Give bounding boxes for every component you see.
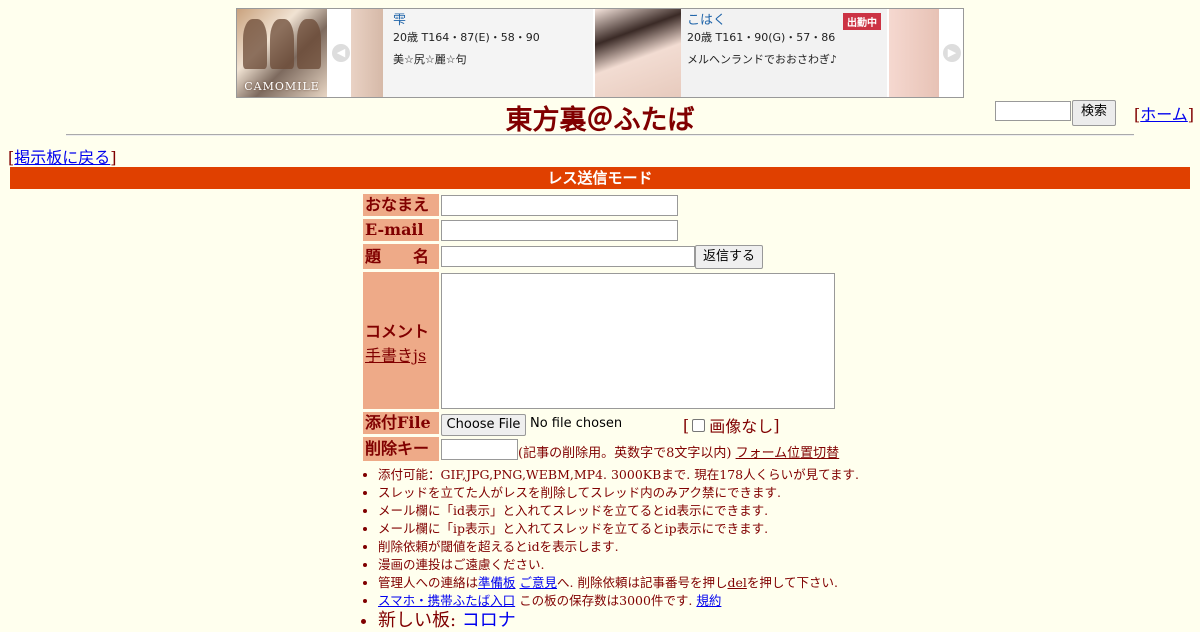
search-button[interactable]: 検索 <box>1072 100 1116 126</box>
bracket: ] <box>110 148 117 167</box>
list-item: メール欄に「ip表示」と入れてスレッドを立てるとip表示にできます. <box>378 520 859 538</box>
list-item: メール欄に「id表示」と入れてスレッドを立てるとid表示にできます. <box>378 502 859 520</box>
back-nav: [掲示板に戻る] <box>8 144 117 168</box>
delete-key-hint-row: (記事の削除用。英数字で8文字以内) フォーム位置切替 <box>518 442 839 461</box>
new-board-link[interactable]: コロナ <box>462 610 516 631</box>
banner-logo[interactable]: CAMOMILE <box>237 9 327 97</box>
chevron-right-icon[interactable]: ▶ <box>943 44 961 62</box>
list-item: 添付可能：GIF,JPG,PNG,WEBM,MP4. 3000KBまで. 現在1… <box>378 466 859 484</box>
chevron-left-icon[interactable]: ◀ <box>332 44 350 62</box>
file-label: 添付File <box>363 412 439 434</box>
list-item: 新しい板: コロナ <box>378 610 859 632</box>
delete-key-label: 削除キー <box>363 437 439 461</box>
delete-key-field[interactable] <box>441 439 518 460</box>
note-text: 管理人への連絡は <box>378 575 479 590</box>
banner-card-name[interactable]: こはく <box>687 13 837 29</box>
comment-textarea[interactable] <box>441 273 835 409</box>
banner-logo-text: CAMOMILE <box>244 80 320 93</box>
new-board-label: 新しい板: <box>378 610 462 631</box>
del-label: del <box>727 575 747 590</box>
banner-logo-image <box>243 19 321 69</box>
list-item: 漫画の連投はご遠慮ください. <box>378 556 859 574</box>
mobile-entry-link[interactable]: スマホ・携帯ふたば入口 <box>378 593 515 608</box>
list-item: 削除依頼が閾値を超えるとidを表示します. <box>378 538 859 556</box>
subject-field[interactable] <box>441 246 695 267</box>
bracket: [ <box>683 415 690 435</box>
banner-card-stats: 20歳 T161・90(G)・57・86 <box>687 31 836 44</box>
note-text: を押して下さい. <box>746 575 838 590</box>
comment-label: コメント <box>365 322 430 341</box>
bracket: ] <box>1187 105 1195 124</box>
ad-banner[interactable]: CAMOMILE ◀ 雫 20歳 T164・87(E)・58・90 美☆尻☆麗☆… <box>236 8 964 98</box>
choose-file-button[interactable]: Choose File <box>441 414 526 436</box>
name-field[interactable] <box>441 195 678 216</box>
banner-card-3[interactable] <box>889 9 939 97</box>
bracket: ] <box>773 415 780 435</box>
file-status: No file chosen <box>530 416 623 431</box>
note-text: へ. 削除依頼は記事番号を押し <box>557 575 728 590</box>
no-image-label: 画像なし <box>709 417 774 436</box>
list-item: スレッドを立てた人がレスを削除してスレッド内のみアク禁にできます. <box>378 484 859 502</box>
status-badge: 出勤中 <box>843 13 881 30</box>
name-label: おなまえ <box>363 194 439 216</box>
comment-label-cell: コメント 手書きjs <box>363 272 439 409</box>
email-field[interactable] <box>441 220 678 241</box>
banner-card-name[interactable]: 雫 <box>393 13 540 29</box>
prep-board-link[interactable]: 準備板 <box>478 575 516 590</box>
subject-label: 題 名 <box>363 244 439 269</box>
banner-card-photo <box>595 9 681 97</box>
search-input[interactable] <box>995 101 1071 121</box>
email-label: E-mail <box>363 219 439 241</box>
notes-list: 添付可能：GIF,JPG,PNG,WEBM,MP4. 3000KBまで. 現在1… <box>360 466 859 632</box>
feedback-link[interactable]: ご意見 <box>520 575 558 590</box>
no-image-checkbox[interactable] <box>692 418 706 432</box>
banner-card-2[interactable]: こはく 20歳 T161・90(G)・57・86 メルヘンランドでおおさわぎ♪ … <box>595 9 887 97</box>
handwriting-link[interactable]: 手書きjs <box>365 346 426 365</box>
banner-card-stats: 20歳 T164・87(E)・58・90 <box>393 31 540 44</box>
banner-card-catch: 美☆尻☆麗☆句 <box>393 53 467 66</box>
banner-card-catch: メルヘンランドでおおさわぎ♪ <box>687 53 838 66</box>
form-position-toggle-link[interactable]: フォーム位置切替 <box>736 446 840 461</box>
delete-key-hint: (記事の削除用。英数字で8文字以内) <box>518 446 732 461</box>
back-to-board-link[interactable]: 掲示板に戻る <box>14 148 110 167</box>
list-item: 管理人への連絡は準備板 ご意見へ. 削除依頼は記事番号を押しdelを押して下さい… <box>378 574 859 592</box>
submit-button[interactable]: 返信する <box>695 245 763 269</box>
rules-link[interactable]: 規約 <box>696 593 721 608</box>
reply-mode-bar: レス送信モード <box>10 167 1190 189</box>
no-image-option: [ 画像なし ] <box>683 413 780 437</box>
banner-card-photo <box>351 9 383 97</box>
home-link[interactable]: ホーム <box>1140 105 1188 124</box>
note-text: この板の保存数は3000件です. <box>515 593 697 608</box>
list-item: スマホ・携帯ふたば入口 この板の保存数は3000件です. 規約 <box>378 592 859 610</box>
divider <box>66 134 1134 136</box>
banner-card-1[interactable]: 雫 20歳 T164・87(E)・58・90 美☆尻☆麗☆句 <box>351 9 593 97</box>
home-nav: [ホーム] <box>1134 101 1194 125</box>
